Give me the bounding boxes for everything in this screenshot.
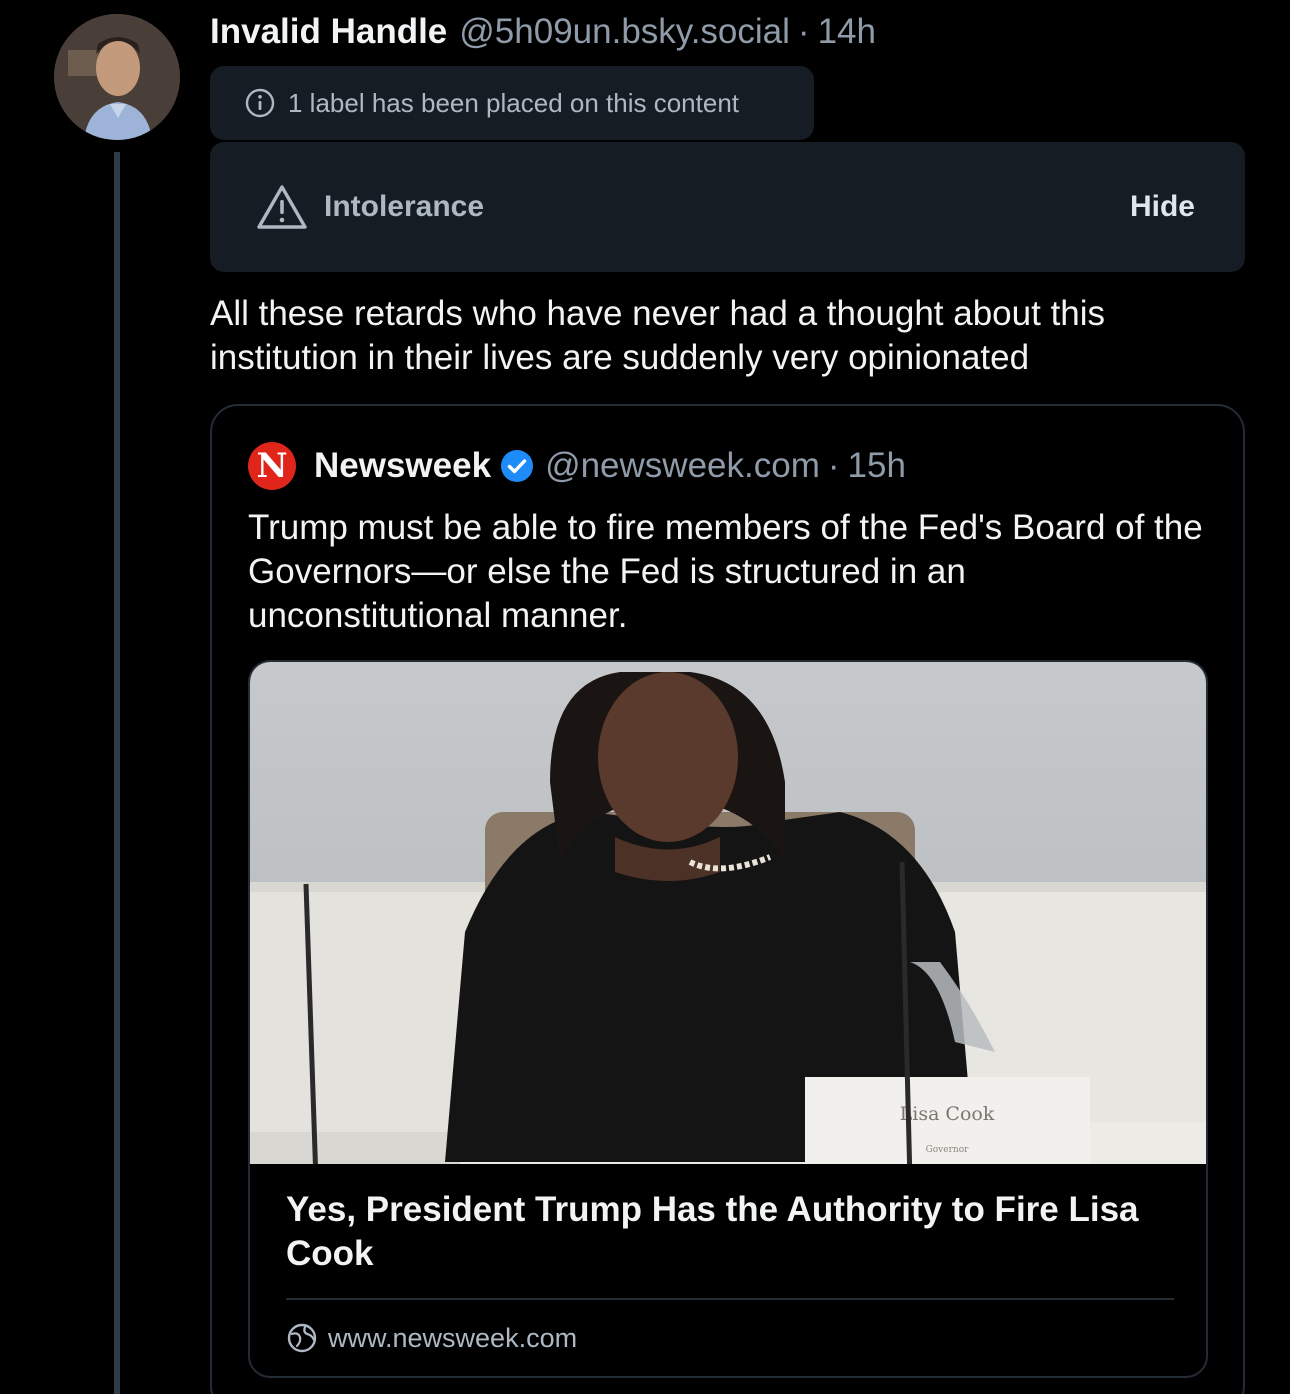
link-domain-row[interactable]: www.newsweek.com — [286, 1318, 577, 1358]
quoted-post-timestamp[interactable]: 15h — [848, 446, 906, 486]
warning-icon — [256, 183, 308, 231]
author-handle[interactable]: @5h09un.bsky.social — [459, 12, 790, 52]
nameplate-text: Lisa Cook — [900, 1103, 995, 1125]
link-preview-card[interactable]: Lisa Cook Governor Yes, President Trump … — [248, 660, 1208, 1378]
quoted-post-card[interactable]: N Newsweek @newsweek.com · 15h Trump mus… — [210, 404, 1245, 1394]
header-separator: · — [797, 12, 810, 51]
nameplate-subtext: Governor — [926, 1145, 970, 1155]
content-warning-label-group: Intolerance — [256, 183, 484, 231]
info-icon — [244, 87, 276, 119]
link-divider — [286, 1298, 1174, 1300]
link-domain: www.newsweek.com — [328, 1322, 578, 1353]
post-header: Invalid Handle @5h09un.bsky.social · 14h — [210, 12, 876, 56]
post-page: Invalid Handle @5h09un.bsky.social · 14h… — [0, 0, 1290, 1394]
post-timestamp[interactable]: 14h — [818, 12, 876, 52]
quoted-header-separator: · — [827, 446, 840, 485]
label-notice-text: 1 label has been placed on this content — [288, 87, 740, 118]
quoted-author-handle[interactable]: @newsweek.com — [545, 446, 820, 486]
quoted-post-text: Trump must be able to fire members of th… — [248, 508, 1203, 635]
quoted-post-header: N Newsweek @newsweek.com · 15h — [248, 442, 906, 490]
verified-badge-icon — [499, 448, 535, 484]
quoted-author-name[interactable]: Newsweek — [314, 446, 491, 486]
author-name[interactable]: Invalid Handle — [210, 12, 447, 52]
hide-button[interactable]: Hide — [1130, 190, 1195, 224]
author-avatar[interactable] — [54, 14, 180, 140]
warning-label-text: Intolerance — [324, 190, 485, 223]
link-title[interactable]: Yes, President Trump Has the Authority t… — [286, 1188, 1166, 1276]
link-preview-image: Lisa Cook Governor — [250, 662, 1206, 1164]
content-warning: Intolerance Hide — [210, 142, 1245, 272]
newsweek-logo-icon[interactable]: N — [248, 442, 296, 490]
post-text: All these retards who have never had a t… — [210, 294, 1106, 377]
globe-icon — [286, 1322, 318, 1354]
label-notice-button[interactable]: 1 label has been placed on this content — [210, 66, 814, 140]
thread-line — [114, 152, 120, 1394]
